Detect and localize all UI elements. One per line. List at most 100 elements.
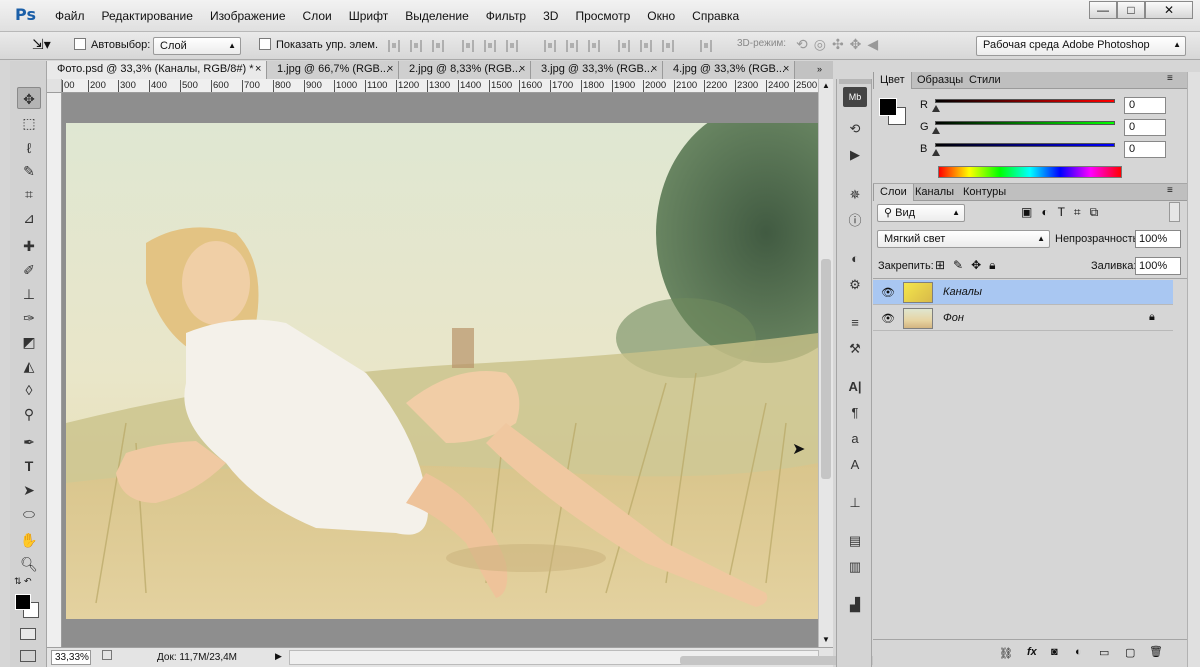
layer-filter-dropdown[interactable]: ⚲ Вид ▲ xyxy=(877,204,965,222)
menu-help[interactable]: Справка xyxy=(692,9,739,23)
tab-paths[interactable]: Контуры xyxy=(957,184,1012,201)
distribute-hcenter-icon[interactable] xyxy=(640,40,652,52)
b-value-input[interactable]: 0 xyxy=(1124,141,1166,158)
close-tab-icon[interactable]: × xyxy=(651,63,657,75)
lock-icons[interactable]: ⊞✎✥🔒︎ xyxy=(935,258,1004,273)
lasso-tool-icon[interactable]: ℓ xyxy=(17,137,41,159)
color-spectrum-bar[interactable] xyxy=(938,166,1122,178)
layer-name[interactable]: Каналы xyxy=(943,286,982,298)
autoselect-dropdown[interactable]: Слой ▲ xyxy=(153,37,241,55)
shape-tool-icon[interactable]: ⬭ xyxy=(17,503,41,525)
eraser-tool-icon[interactable]: ◩ xyxy=(17,331,41,353)
horizontal-scrollbar[interactable] xyxy=(289,650,940,665)
add-mask-icon[interactable]: ◙ xyxy=(1051,646,1058,658)
align-bottom-icon[interactable] xyxy=(432,40,444,52)
auto-align-icon[interactable] xyxy=(700,40,712,52)
character-styles-icon[interactable]: a xyxy=(843,429,867,449)
layer-filter-icons[interactable]: ▣◐T⌗⧉ xyxy=(1021,205,1107,220)
dock-grip[interactable] xyxy=(839,79,871,84)
tab-swatches[interactable]: Образцы xyxy=(911,72,969,89)
menu-select[interactable]: Выделение xyxy=(405,9,469,23)
paint-bucket-tool-icon[interactable]: ◭ xyxy=(17,355,41,377)
menu-edit[interactable]: Редактирование xyxy=(102,9,193,23)
quick-mask-icon[interactable] xyxy=(20,628,36,640)
vertical-ruler[interactable] xyxy=(47,93,62,647)
close-tab-icon[interactable]: × xyxy=(255,63,261,75)
layer-row-kanaly[interactable]: 👁︎ Каналы xyxy=(873,280,1173,305)
close-tab-icon[interactable]: × xyxy=(783,63,789,75)
distribute-vcenter-icon[interactable] xyxy=(566,40,578,52)
blend-mode-dropdown[interactable]: Мягкий свет ▲ xyxy=(877,230,1050,248)
paragraph-icon[interactable]: ¶ xyxy=(843,403,867,423)
show-controls-checkbox[interactable] xyxy=(259,38,271,50)
clone-stamp-tool-icon[interactable]: ⊥ xyxy=(17,283,41,305)
tab-3-jpg[interactable]: 3.jpg @ 33,3% (RGB... xyxy=(531,61,663,79)
export-icon[interactable] xyxy=(102,650,112,660)
eyedropper-tool-icon[interactable]: ⊿ xyxy=(17,207,41,229)
b-slider[interactable] xyxy=(932,143,1115,156)
3d-tools-icons[interactable]: ⟲◎✣✥◀ xyxy=(796,36,884,53)
marquee-tool-icon[interactable]: ⬚ xyxy=(17,112,41,134)
new-layer-icon[interactable]: ▢ xyxy=(1125,646,1135,659)
r-slider[interactable] xyxy=(932,99,1115,112)
notes-icon[interactable]: ▤ xyxy=(843,531,867,551)
mini-bridge-icon[interactable]: Mb xyxy=(843,87,867,107)
g-slider[interactable] xyxy=(932,121,1115,134)
more-tabs-icon[interactable]: » xyxy=(817,64,822,74)
close-button[interactable]: ✕ xyxy=(1145,1,1193,19)
align-left-icon[interactable] xyxy=(462,40,474,52)
maximize-button[interactable]: □ xyxy=(1117,1,1145,19)
close-tab-icon[interactable]: × xyxy=(519,63,525,75)
r-value-input[interactable]: 0 xyxy=(1124,97,1166,114)
fill-input[interactable]: 100% xyxy=(1135,257,1181,275)
tab-1-jpg[interactable]: 1.jpg @ 66,7% (RGB... xyxy=(267,61,399,79)
panel-menu-icon[interactable]: ≡ xyxy=(1167,185,1173,196)
fg-color-swatch[interactable] xyxy=(879,98,897,116)
scroll-down-icon[interactable]: ▼ xyxy=(822,635,830,644)
character-icon[interactable]: A| xyxy=(843,377,867,397)
scroll-up-icon[interactable]: ▲ xyxy=(822,81,830,90)
styles-icon[interactable]: ⚙ xyxy=(843,275,867,295)
quick-selection-tool-icon[interactable]: ✎ xyxy=(17,160,41,182)
menu-window[interactable]: Окно xyxy=(647,9,675,23)
layer-name[interactable]: Фон xyxy=(943,312,964,324)
actions-icon[interactable]: ▶ xyxy=(843,145,867,165)
tab-color[interactable]: Цвет xyxy=(873,72,912,89)
layer-style-icon[interactable]: fx xyxy=(1027,646,1037,658)
panel-scrollbar[interactable] xyxy=(1187,72,1200,667)
tab-layers[interactable]: Слои xyxy=(873,184,914,201)
histogram-icon[interactable]: ▟ xyxy=(843,595,867,615)
menu-3d[interactable]: 3D xyxy=(543,9,558,23)
swap-colors-icon[interactable]: ⇅ ↶ xyxy=(14,576,32,587)
healing-brush-tool-icon[interactable]: ✚ xyxy=(17,235,41,257)
minimize-button[interactable]: — xyxy=(1089,1,1117,19)
adjustments-icon[interactable]: ◐ xyxy=(843,249,867,269)
filter-toggle-switch[interactable] xyxy=(1169,202,1180,222)
opacity-input[interactable]: 100% xyxy=(1135,230,1181,248)
tab-channels[interactable]: Каналы xyxy=(909,184,960,201)
move-tool-icon[interactable]: ✥ xyxy=(17,87,41,109)
paragraph-styles-icon[interactable]: A xyxy=(843,455,867,475)
clone-source-icon[interactable]: ⊥ xyxy=(843,493,867,513)
distribute-bottom-icon[interactable] xyxy=(588,40,600,52)
menu-view[interactable]: Просмотр xyxy=(575,9,630,23)
brush-presets-icon[interactable]: ≡ xyxy=(843,313,867,333)
canvas-area[interactable]: ➤ xyxy=(62,93,818,647)
adjustment-layer-icon[interactable]: ◐ xyxy=(1075,646,1082,658)
pen-tool-icon[interactable]: ✒ xyxy=(17,431,41,453)
document-photo[interactable] xyxy=(66,123,818,619)
dodge-tool-icon[interactable]: ⚲ xyxy=(17,403,41,425)
g-value-input[interactable]: 0 xyxy=(1124,119,1166,136)
tab-2-jpg[interactable]: 2.jpg @ 8,33% (RGB... xyxy=(399,61,531,79)
eye-icon[interactable]: 👁︎ xyxy=(881,312,895,325)
menu-layers[interactable]: Слои xyxy=(303,9,332,23)
tab-4-jpg[interactable]: 4.jpg @ 33,3% (RGB... xyxy=(663,61,795,79)
move-tool-preset-icon[interactable]: ⇲▾ xyxy=(32,36,51,53)
g-slider-knob[interactable] xyxy=(932,127,940,134)
measurement-log-icon[interactable]: ▥ xyxy=(843,557,867,577)
info-icon[interactable]: ⓘ xyxy=(843,211,867,231)
menu-file[interactable]: Файл xyxy=(55,9,85,23)
foreground-color-swatch[interactable] xyxy=(15,594,31,610)
history-brush-tool-icon[interactable]: ✑ xyxy=(17,307,41,329)
horizontal-ruler[interactable]: 00 200 300 400 500 600 700 800 900 1000 … xyxy=(62,79,818,93)
